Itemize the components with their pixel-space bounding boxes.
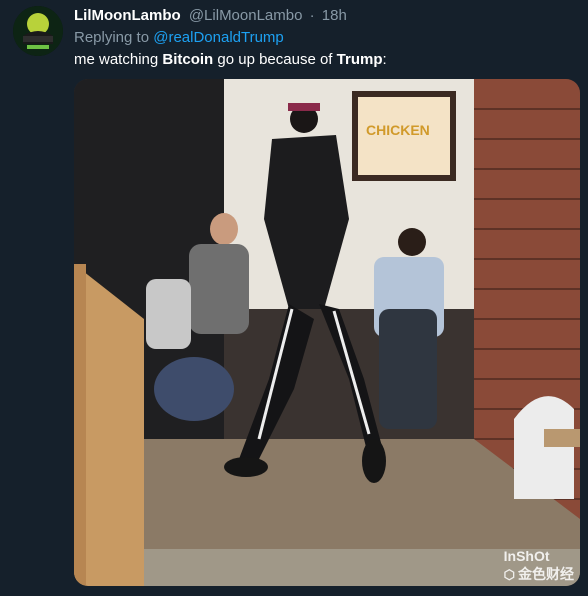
watermark-brand: InShOt [503,548,550,564]
replying-to: Replying to @realDonaldTrump [74,29,284,46]
tweet-text-bitcoin: Bitcoin [162,51,214,68]
watermark-logo-icon: ⬡ [503,567,515,582]
timestamp[interactable]: 18h [322,7,347,24]
media-video[interactable]: CHICKEN InShOt ⬡ 金色财经 [74,79,580,586]
menu-sign-text: CHICKEN [366,122,430,138]
reply-mention-link[interactable]: @realDonaldTrump [153,29,284,46]
avatar-image [13,6,63,56]
tweet-text-trump: Trump [336,51,383,68]
watermark-cn: 金色财经 [518,566,574,582]
user-handle[interactable]: @LilMoonLambo [189,7,303,24]
replying-to-label: Replying to [74,29,150,46]
avatar[interactable] [13,6,63,56]
tweet-text-part: : [382,51,387,68]
tweet-header: LilMoonLambo @LilMoonLambo · 18h [74,7,347,24]
tweet-text-part: go up because of [213,51,337,68]
video-watermark: InShOt ⬡ 金色财经 [504,548,574,584]
tweet[interactable]: LilMoonLambo @LilMoonLambo · 18h Replyin… [0,0,588,596]
tweet-text-part: me watching [74,51,163,68]
separator-dot: · [309,7,315,24]
tweet-text: me watching Bitcoin go up because of Tru… [74,51,387,68]
display-name[interactable]: LilMoonLambo [74,7,181,24]
video-frame: CHICKEN [74,79,580,586]
